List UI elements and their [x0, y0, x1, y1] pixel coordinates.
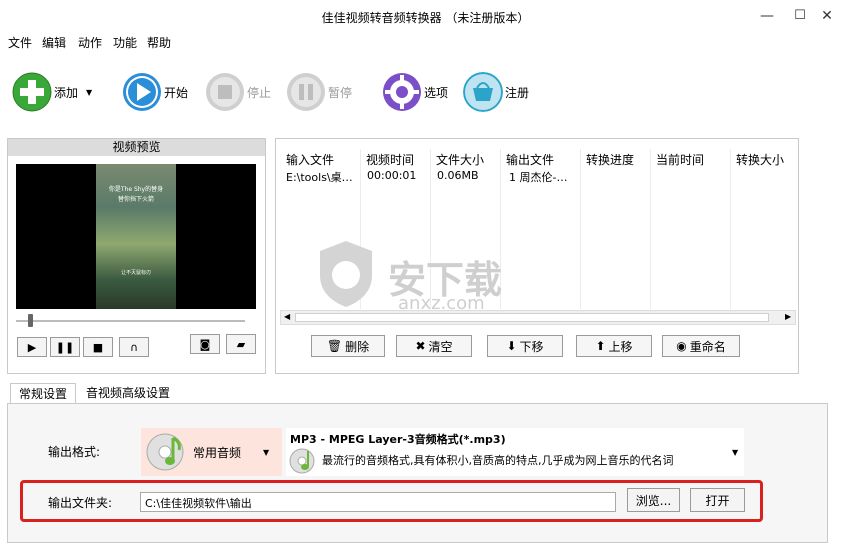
start-label: 开始 [164, 85, 189, 100]
options-button[interactable]: 选项 [382, 68, 448, 116]
row-input-file: E:\tools\桌… [286, 171, 353, 184]
format-category-select[interactable]: 常用音频 ▼ [141, 428, 282, 476]
play-icon [123, 73, 161, 111]
menu-function[interactable]: 功能 [113, 34, 137, 51]
window-title: 佳佳视频转音频转换器 （未注册版本） [321, 11, 530, 25]
row-output-file: 1 周杰伦-… [509, 171, 568, 184]
menu-help[interactable]: 帮助 [147, 34, 171, 51]
format-category-value: 常用音频 [193, 445, 242, 460]
plus-icon [12, 72, 52, 112]
seek-bar[interactable] [16, 320, 245, 322]
open-button[interactable]: 打开 [690, 488, 745, 512]
arrow-down-icon: ⬇ [506, 339, 517, 353]
gear-icon [383, 73, 421, 111]
format-name: MP3 - MPEG Layer-3音频格式(*.mp3) [290, 433, 506, 446]
minimize-button[interactable]: — [752, 6, 782, 26]
close-button[interactable]: ✕ [812, 6, 842, 26]
format-description: 最流行的音频格式,具有体积小,音质高的特点,几乎成为网上音乐的代名词 [322, 454, 674, 467]
stop-label: 停止 [247, 85, 272, 100]
seek-handle[interactable] [28, 314, 33, 327]
scrollbar-thumb[interactable] [295, 313, 769, 322]
stop-icon: ■ [92, 340, 104, 354]
clear-label: 清空 [428, 339, 453, 354]
menu-action[interactable]: 动作 [78, 34, 102, 51]
table-row[interactable]: E:\tools\桌… 00:00:01 0.06MB 1 周杰伦-… [279, 167, 795, 184]
menu-edit[interactable]: 编辑 [42, 34, 66, 51]
stop-button[interactable]: 停止 [205, 68, 271, 116]
pause-label: 暂停 [328, 85, 353, 100]
film-icon: ◉ [676, 339, 687, 353]
horizontal-scrollbar[interactable]: ◀ ▶ [280, 310, 796, 325]
stop-preview-button[interactable]: ■ [83, 337, 113, 357]
col-file-size[interactable]: 文件大小 [436, 151, 484, 168]
snapshot-button[interactable]: ◙ [190, 334, 220, 354]
shield-icon [320, 241, 372, 307]
output-folder-input[interactable]: C:\佳佳视频软件\输出 [140, 492, 616, 512]
video-caption-3: 让不灭鼠标刃 [120, 270, 151, 276]
col-video-time[interactable]: 视频时间 [366, 151, 414, 168]
col-output-file[interactable]: 输出文件 [506, 151, 554, 168]
tab-normal-settings[interactable]: 常规设置 [10, 383, 77, 404]
output-folder-label: 输出文件夹: [48, 496, 113, 510]
row-file-size: 0.06MB [437, 169, 479, 182]
video-caption-2: 替你挡下火箭 [117, 196, 154, 203]
play-icon: ▶ [27, 340, 37, 354]
options-label: 选项 [424, 85, 449, 100]
move-up-button[interactable]: ⬆ 上移 [576, 335, 652, 357]
scroll-left-icon[interactable]: ◀ [284, 312, 290, 321]
delete-button[interactable]: 🗑 删除 [311, 335, 385, 357]
move-down-button[interactable]: ⬇ 下移 [487, 335, 563, 357]
format-select[interactable]: MP3 - MPEG Layer-3音频格式(*.mp3) 最流行的音频格式,具… [286, 428, 744, 476]
dropdown-arrow-icon: ▼ [263, 447, 270, 457]
folder-icon: ▰ [236, 337, 246, 351]
play-button[interactable]: ▶ [17, 337, 47, 357]
tab-advanced-settings[interactable]: 音视频高级设置 [78, 383, 178, 404]
add-button[interactable]: 添加 ▼ [12, 68, 92, 116]
col-current-time[interactable]: 当前时间 [656, 151, 704, 168]
open-folder-button[interactable]: ▰ [226, 334, 256, 354]
move-down-label: 下移 [519, 339, 544, 354]
move-up-label: 上移 [608, 339, 633, 354]
pause-button[interactable]: 暂停 [286, 68, 352, 116]
video-frame: 你是The Shy的替身 替你挡下火箭 让不灭鼠标刃 [96, 164, 176, 309]
rename-label: 重命名 [689, 339, 726, 354]
menu-file[interactable]: 文件 [8, 34, 32, 51]
dropdown-arrow-icon[interactable]: ▼ [86, 88, 92, 97]
arrow-up-icon: ⬆ [595, 339, 606, 353]
pause-preview-button[interactable]: ❚❚ [50, 337, 80, 357]
cd-music-icon [146, 433, 184, 471]
basket-icon [463, 72, 503, 112]
headphone-icon: ∩ [129, 340, 139, 354]
row-video-time: 00:00:01 [367, 169, 417, 182]
video-display: 你是The Shy的替身 替你挡下火箭 让不灭鼠标刃 [16, 164, 256, 309]
col-input-file[interactable]: 输入文件 [286, 151, 334, 168]
register-button[interactable]: 注册 [463, 68, 529, 116]
stop-icon [206, 73, 244, 111]
cd-music-icon [289, 448, 315, 474]
dropdown-arrow-icon: ▼ [732, 448, 739, 457]
clear-button[interactable]: ✖ 清空 [396, 335, 472, 357]
col-progress[interactable]: 转换进度 [586, 151, 634, 168]
add-label: 添加 [54, 85, 79, 100]
audio-button[interactable]: ∩ [119, 337, 149, 357]
maximize-button[interactable]: ☐ [785, 6, 815, 26]
trash-icon: 🗑 [326, 339, 343, 353]
output-format-label: 输出格式: [48, 445, 101, 459]
start-button[interactable]: 开始 [122, 68, 188, 116]
camera-icon: ◙ [199, 337, 211, 351]
col-convert-size[interactable]: 转换大小 [736, 151, 784, 168]
delete-label: 删除 [345, 339, 370, 354]
video-caption-1: 你是The Shy的替身 [108, 186, 164, 193]
video-preview-panel: 视频预览 你是The Shy的替身 替你挡下火箭 让不灭鼠标刃 ▶ ❚❚ ■ ∩… [7, 138, 266, 374]
scroll-right-icon[interactable]: ▶ [785, 312, 791, 321]
pause-icon [287, 73, 325, 111]
title-bar: 佳佳视频转音频转换器 （未注册版本） — ☐ ✕ [0, 0, 851, 32]
register-label: 注册 [505, 85, 530, 100]
menu-bar: 文件 编辑 动作 功能 帮助 [0, 32, 851, 52]
browse-button[interactable]: 浏览... [627, 488, 680, 512]
pause-icon: ❚❚ [55, 340, 75, 354]
x-icon: ✖ [415, 339, 426, 353]
rename-button[interactable]: ◉ 重命名 [662, 335, 740, 357]
preview-title: 视频预览 [8, 139, 265, 156]
